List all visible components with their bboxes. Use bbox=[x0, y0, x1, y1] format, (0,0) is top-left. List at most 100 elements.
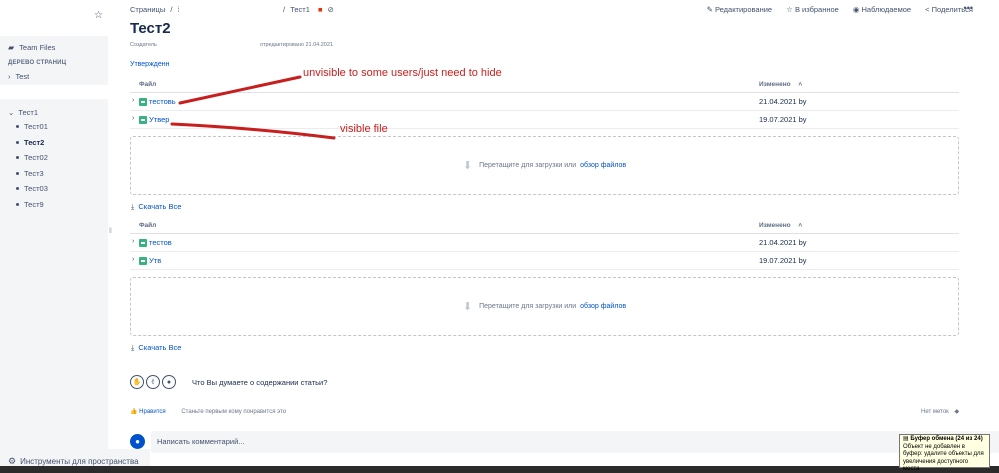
chevron-right-icon[interactable]: › bbox=[132, 97, 134, 104]
breadcrumb-parent: / Тест1 ■ ⊘ bbox=[283, 5, 334, 14]
section-heading[interactable]: Утвержденн bbox=[130, 61, 169, 68]
sort-icon: ˄ bbox=[798, 81, 803, 88]
sidebar-item-test[interactable]: › Test bbox=[0, 69, 108, 83]
chevron-right-icon[interactable]: › bbox=[8, 72, 11, 81]
file-link[interactable]: Утв bbox=[149, 256, 161, 265]
file-link[interactable]: Утвер bbox=[149, 115, 169, 124]
breadcrumb-pages[interactable]: Страницы bbox=[130, 5, 165, 14]
attachments-table: Файл Изменено ˄ › тестовь 21.04.2021 by … bbox=[130, 79, 959, 129]
gear-icon: ⚙ bbox=[8, 455, 17, 466]
file-date: 19.07.2021 by bbox=[759, 256, 807, 265]
browse-files-link[interactable]: обзор файлов bbox=[580, 162, 626, 169]
annotation-visible-note: visible file bbox=[340, 123, 388, 135]
download-all-button[interactable]: ⤓ Скачать Все bbox=[131, 343, 181, 353]
eye-icon: ◉ bbox=[852, 5, 860, 14]
tree-item[interactable]: Тест03 bbox=[0, 181, 108, 197]
spreadsheet-icon bbox=[139, 116, 147, 124]
clipboard-text: Объект не добавлен в буфер: удалите объе… bbox=[903, 443, 984, 473]
star-icon: ☆ bbox=[786, 5, 793, 14]
table-row[interactable]: › Утвер 19.07.2021 by bbox=[130, 111, 959, 129]
file-drop-zone[interactable]: ⬇ Перетащите для загрузки или обзор файл… bbox=[130, 136, 959, 195]
annotation-hidden-note: unvisible to some users/just need to hid… bbox=[303, 67, 502, 79]
table-row[interactable]: › тестов 21.04.2021 by bbox=[130, 234, 959, 252]
sidebar-item-label: Team Files bbox=[19, 42, 56, 52]
attachments-table: Файл Изменено ˄ › тестов 21.04.2021 by ›… bbox=[130, 220, 959, 270]
chevron-right-icon[interactable]: › bbox=[132, 256, 134, 263]
bullet-icon bbox=[16, 187, 19, 191]
edited-date[interactable]: отредактировано 21.04.2021 bbox=[260, 42, 333, 48]
page-tree: Тест01 Тест2 Тест02 Тест3 Тест03 Тест9 bbox=[0, 119, 108, 212]
creator-label: Создатель bbox=[130, 42, 157, 48]
tree-item[interactable]: Тест9 bbox=[0, 197, 108, 213]
comment-input[interactable]: Написать комментарий... bbox=[151, 431, 999, 453]
page-actions: ✎ Редактирование ☆ В избранное ◉ Наблюда… bbox=[707, 5, 999, 14]
bullet-icon bbox=[16, 125, 19, 129]
avatar: ● bbox=[130, 434, 145, 449]
folder-icon: ▰ bbox=[8, 42, 15, 52]
bullet-icon bbox=[16, 156, 19, 160]
file-date: 19.07.2021 by bbox=[759, 115, 807, 124]
chevron-right-icon[interactable]: › bbox=[132, 115, 134, 122]
page-title: Тест2 bbox=[130, 20, 171, 37]
page-meta: Создатель отредактировано 21.04.2021 bbox=[130, 42, 333, 48]
be-first-text: Станьте первым кому понравится это bbox=[181, 409, 287, 415]
thumbs-up-icon[interactable]: ✌ bbox=[146, 375, 160, 389]
sidebar-item-root[interactable]: ⌄ Тест1 bbox=[0, 105, 108, 119]
file-date: 21.04.2021 by bbox=[759, 238, 807, 247]
sidebar: ☆ ▰ Team Files ДЕРЕВО СТРАНИЦ › Test ⌄ Т… bbox=[0, 0, 150, 473]
like-icon: 👍 bbox=[130, 409, 138, 415]
tag-icon: ◆ bbox=[954, 409, 960, 415]
breadcrumb-parent-link[interactable]: Тест1 bbox=[290, 5, 310, 14]
clipboard-icon: ▤ bbox=[903, 436, 909, 442]
col-changed[interactable]: Изменено ˄ bbox=[759, 81, 802, 88]
table-row[interactable]: › Утв 19.07.2021 by bbox=[130, 252, 959, 270]
table-header: Файл Изменено ˄ bbox=[130, 220, 959, 234]
file-link[interactable]: тестов bbox=[149, 238, 172, 247]
pencil-icon: ✎ bbox=[706, 5, 713, 14]
watch-button[interactable]: ◉ Наблюдаемое bbox=[853, 5, 911, 14]
download-arrow-icon: ⬇ bbox=[462, 160, 473, 172]
download-all-button[interactable]: ⤓ Скачать Все bbox=[131, 202, 181, 212]
col-file[interactable]: Файл bbox=[139, 81, 156, 88]
file-drop-zone[interactable]: ⬇ Перетащите для загрузки или обзор файл… bbox=[130, 277, 959, 336]
comment-bar: ● Написать комментарий... bbox=[130, 431, 999, 453]
tree-item-current[interactable]: Тест2 bbox=[0, 135, 108, 151]
col-changed[interactable]: Изменено ˄ bbox=[759, 222, 802, 229]
spreadsheet-icon bbox=[139, 239, 147, 247]
chevron-right-icon[interactable]: › bbox=[132, 238, 134, 245]
person-icon[interactable]: ● bbox=[162, 375, 176, 389]
favorite-button[interactable]: ☆ В избранное bbox=[786, 5, 839, 14]
download-icon: ⤓ bbox=[131, 343, 135, 352]
spreadsheet-icon bbox=[139, 98, 147, 106]
sidebar-resize-handle[interactable]: ‖ bbox=[109, 228, 112, 235]
bullet-icon bbox=[16, 202, 19, 206]
chevron-down-icon[interactable]: ⌄ bbox=[8, 108, 14, 117]
tree-item[interactable]: Тест3 bbox=[0, 166, 108, 182]
star-icon[interactable]: ☆ bbox=[94, 10, 103, 21]
paperclip-icon[interactable]: ⊘ bbox=[328, 5, 334, 14]
clipboard-title: ▤ Буфер обмена (24 из 24) bbox=[903, 436, 983, 442]
page-toolbar: Страницы / ⁞ / Тест1 ■ ⊘ ✎ Редактировани… bbox=[130, 3, 999, 17]
table-row[interactable]: › тестовь 21.04.2021 by bbox=[130, 93, 959, 111]
like-button[interactable]: 👍 Нравится bbox=[130, 409, 166, 415]
likes-row: 👍 Нравится Станьте первым кому понравитс… bbox=[130, 408, 286, 415]
sort-icon: ˄ bbox=[798, 222, 803, 229]
browse-files-link[interactable]: обзор файлов bbox=[580, 303, 626, 310]
file-link[interactable]: тестовь bbox=[149, 97, 176, 106]
col-file[interactable]: Файл bbox=[139, 222, 156, 229]
bullet-icon bbox=[16, 171, 19, 175]
edit-button[interactable]: ✎ Редактирование bbox=[707, 5, 773, 14]
tree-item[interactable]: Тест02 bbox=[0, 150, 108, 166]
reactions-bar: ✋ ✌ ● Что Вы думаете о содержании статьи… bbox=[130, 375, 327, 389]
thumbs-down-icon[interactable]: ✋ bbox=[130, 375, 144, 389]
taskbar-strip bbox=[0, 466, 999, 473]
breadcrumb-collapsed[interactable]: ⁞ bbox=[178, 5, 180, 14]
more-actions-button[interactable]: ••• bbox=[964, 3, 973, 13]
spreadsheet-icon bbox=[139, 257, 147, 265]
sidebar-item-team-files[interactable]: ▰ Team Files bbox=[0, 40, 108, 54]
clipboard-tooltip: ▤ Буфер обмена (24 из 24) Объект не доба… bbox=[899, 434, 990, 472]
download-arrow-icon: ⬇ bbox=[462, 301, 473, 313]
labels-area[interactable]: Нет меток ◆ bbox=[921, 408, 959, 415]
tree-item[interactable]: Тест01 bbox=[0, 119, 108, 135]
lock-icon[interactable]: ■ bbox=[318, 5, 323, 14]
